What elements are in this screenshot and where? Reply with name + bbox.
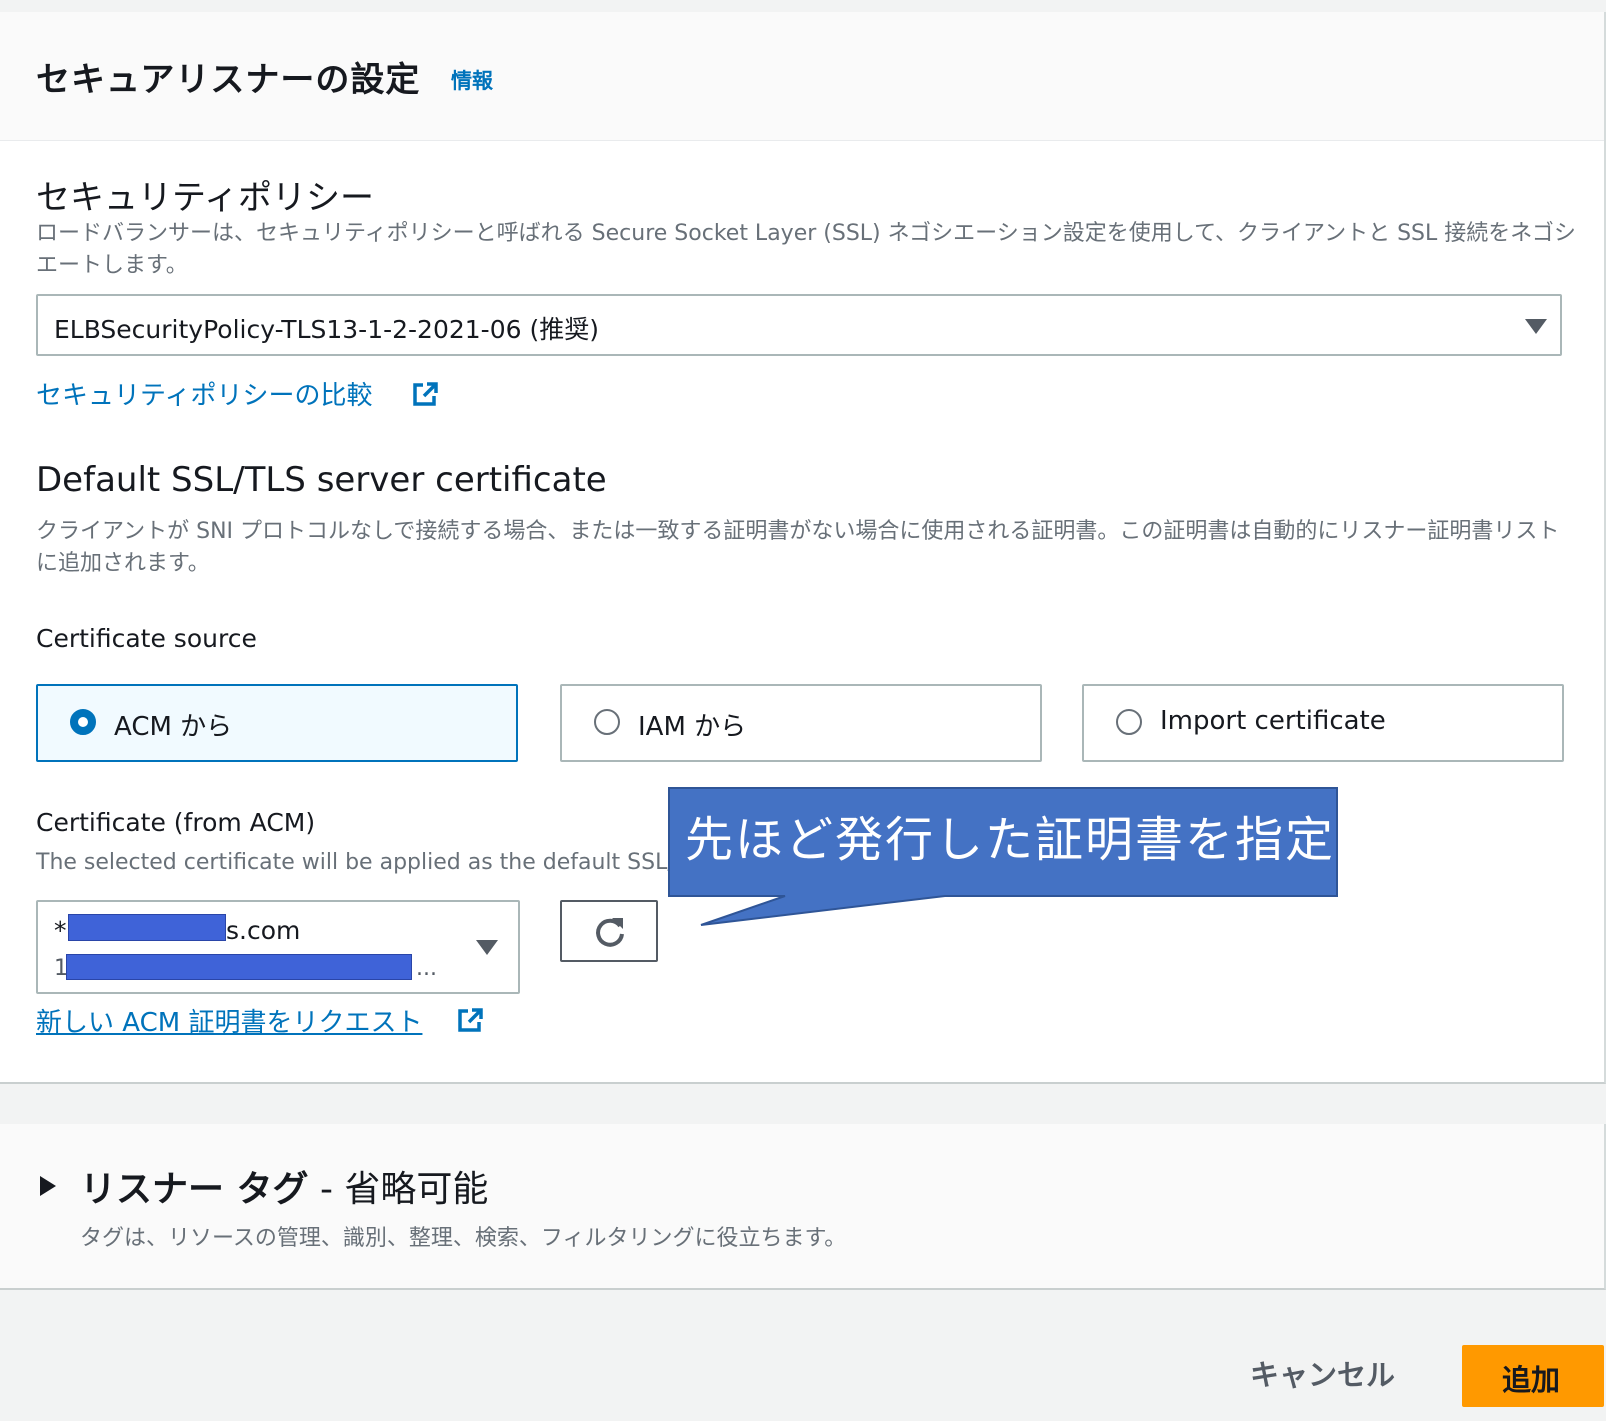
external-link-icon: [458, 1008, 483, 1032]
caret-right-icon[interactable]: [40, 1176, 56, 1196]
listener-tags-description: タグは、リソースの管理、識別、整理、検索、フィルタリングに役立ちます。: [80, 1226, 847, 1251]
certificate-source-label: Certificate source: [36, 624, 257, 653]
refresh-button[interactable]: [560, 900, 658, 962]
listener-tags-title-bold: リスナー タグ: [80, 1169, 309, 1210]
radio-acm[interactable]: ACM から: [36, 684, 518, 762]
radio-import[interactable]: Import certificate: [1082, 684, 1564, 762]
compare-policies-label: セキュリティポリシーの比較: [36, 381, 373, 411]
add-button-label: 追加: [1502, 1363, 1561, 1397]
redaction-bar: [66, 954, 412, 980]
radio-unselected-icon: [1116, 709, 1142, 735]
radio-import-label: Import certificate: [1160, 706, 1386, 736]
secure-listener-panel: セキュアリスナーの設定 情報 セキュリティポリシー ロードバランサーは、セキュリ…: [0, 12, 1606, 1084]
radio-iam-label: IAM から: [638, 712, 747, 742]
listener-tags-panel[interactable]: リスナー タグ - 省略可能 タグは、リソースの管理、識別、整理、検索、フィルタ…: [0, 1124, 1606, 1290]
certificate-line2-suffix: ...: [416, 956, 437, 981]
callout-text: 先ほど発行した証明書を指定: [685, 812, 1336, 868]
refresh-icon: [596, 918, 624, 947]
security-policy-description: ロードバランサーは、セキュリティポリシーと呼ばれる Secure Socket …: [36, 221, 1576, 278]
compare-policies-link[interactable]: セキュリティポリシーの比較: [36, 375, 372, 412]
info-link[interactable]: 情報: [451, 65, 493, 95]
security-policy-select[interactable]: ELBSecurityPolicy-TLS13-1-2-2021-06 (推奨): [36, 294, 1562, 356]
listener-tags-title-suffix: - 省略可能: [308, 1169, 489, 1210]
request-acm-cert-label: 新しい ACM 証明書をリクエスト: [36, 1008, 423, 1038]
request-acm-cert-link[interactable]: 新しい ACM 証明書をリクエスト: [36, 1002, 422, 1039]
certificate-line1-suffix: s.com: [226, 916, 301, 945]
caret-down-icon: [1525, 319, 1547, 334]
certificate-select[interactable]: * s.com 1 ...: [36, 900, 520, 994]
panel-header: セキュアリスナーの設定 情報: [0, 12, 1604, 141]
external-link-icon: [413, 382, 438, 406]
default-cert-description: クライアントが SNI プロトコルなしで接続する場合、または一致する証明書がない…: [36, 519, 1560, 576]
add-button[interactable]: 追加: [1462, 1345, 1604, 1407]
caret-down-icon: [476, 940, 498, 955]
security-policy-title: セキュリティポリシー: [36, 178, 374, 218]
security-policy-value: ELBSecurityPolicy-TLS13-1-2-2021-06 (推奨): [54, 315, 599, 344]
page-title: セキュアリスナーの設定: [36, 60, 421, 100]
cancel-button[interactable]: キャンセル: [1250, 1352, 1395, 1394]
listener-tags-title[interactable]: リスナー タグ - 省略可能: [80, 1160, 488, 1212]
radio-selected-icon: [70, 709, 96, 735]
default-cert-title: Default SSL/TLS server certificate: [36, 460, 607, 500]
redaction-bar: [68, 914, 226, 941]
certificate-acm-label: Certificate (from ACM): [36, 808, 316, 837]
radio-unselected-icon: [594, 709, 620, 735]
radio-iam[interactable]: IAM から: [560, 684, 1042, 762]
certificate-line1-prefix: *: [54, 916, 67, 945]
radio-acm-label: ACM から: [114, 712, 233, 742]
